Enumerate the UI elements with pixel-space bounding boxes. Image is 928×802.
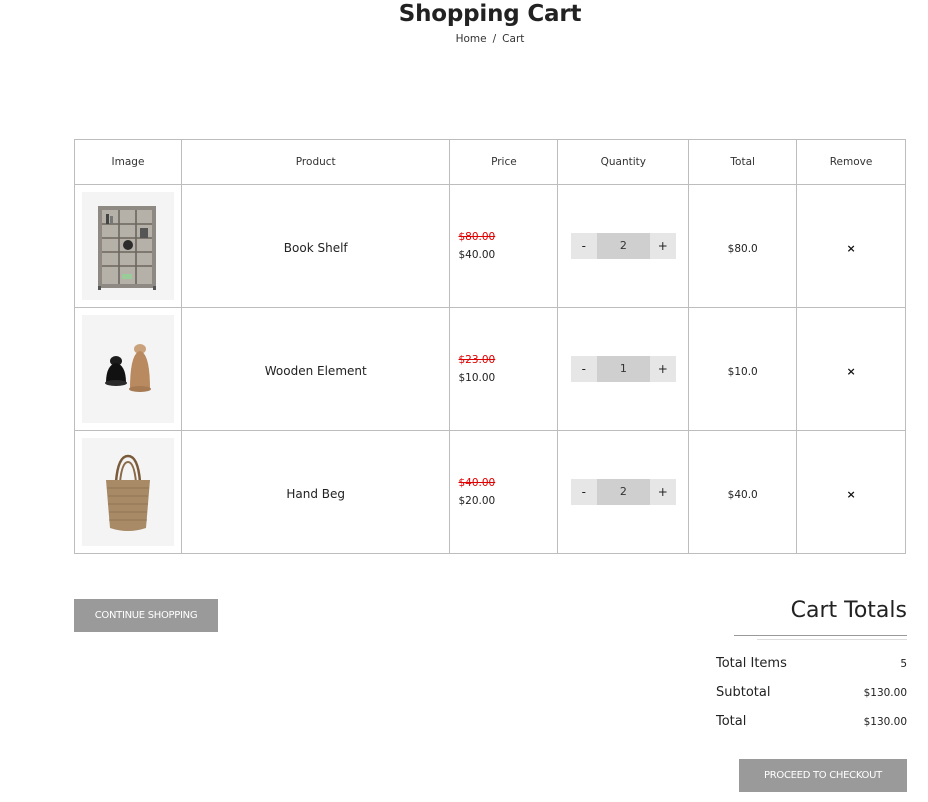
increase-quantity-button[interactable]: + [650,233,676,259]
original-price: $40.00 [458,477,496,489]
sale-price: $40.00 [458,249,496,261]
remove-item-icon[interactable]: × [846,242,855,255]
column-header-price: Price [449,139,559,185]
wooden-element-image[interactable] [81,315,174,423]
increase-quantity-button[interactable]: + [650,479,676,505]
quantity-stepper: - 1 + [570,356,676,382]
product-name[interactable]: Hand Beg [286,487,345,501]
breadcrumb-current: Cart [502,33,525,45]
cart-table: Image Product Price Quantity Total Remov… [74,139,906,554]
subtotal-value: $130.00 [863,687,907,699]
column-header-total: Total [688,139,798,185]
breadcrumb: Home / Cart [0,33,928,45]
total-items-label: Total Items [716,656,787,671]
total-items-value: 5 [900,658,907,670]
decrease-quantity-button[interactable]: - [571,479,597,505]
column-header-quantity: Quantity [557,139,690,185]
hand-bag-image[interactable] [81,438,174,546]
line-total: $40.0 [727,488,758,501]
decrease-quantity-button[interactable]: - [571,233,597,259]
original-price: $80.00 [458,231,496,243]
column-header-product: Product [180,139,451,185]
grand-total-value: $130.00 [863,716,907,728]
table-row: Wooden Element $23.00 $10.00 - 1 + $10.0… [74,307,906,431]
quantity-value[interactable]: 1 [596,356,650,382]
decrease-quantity-button[interactable]: - [571,356,597,382]
quantity-value[interactable]: 2 [596,233,650,259]
quantity-value[interactable]: 2 [596,479,650,505]
increase-quantity-button[interactable]: + [650,356,676,382]
bookshelf-image[interactable] [81,192,174,300]
column-header-image: Image [74,139,182,185]
sale-price: $20.00 [458,495,496,507]
sale-price: $10.00 [458,372,496,384]
original-price: $23.00 [458,354,496,366]
divider [734,635,907,636]
divider [757,639,907,640]
grand-total-label: Total [716,714,747,729]
table-row: Book Shelf $80.00 $40.00 - 2 + $80.0 × [74,184,906,308]
breadcrumb-separator: / [492,33,497,45]
proceed-to-checkout-button[interactable]: PROCEED TO CHECKOUT [739,759,907,792]
cart-totals-title: Cart Totals [790,598,907,623]
continue-shopping-button[interactable]: CONTINUE SHOPPING [74,599,218,632]
remove-item-icon[interactable]: × [846,365,855,378]
table-row: Hand Beg $40.00 $20.00 - 2 + $40.0 × [74,430,906,554]
subtotal-label: Subtotal [716,685,771,700]
quantity-stepper: - 2 + [570,233,676,259]
quantity-stepper: - 2 + [570,479,676,505]
page-title: Shopping Cart [398,1,582,27]
remove-item-icon[interactable]: × [846,488,855,501]
breadcrumb-home-link[interactable]: Home [456,33,487,45]
grand-total-row: Total $130.00 [716,714,907,729]
column-header-remove: Remove [796,139,906,185]
table-header-row: Image Product Price Quantity Total Remov… [74,139,906,185]
line-total: $80.0 [727,242,758,255]
product-name[interactable]: Wooden Element [265,364,367,378]
product-name[interactable]: Book Shelf [284,241,348,255]
subtotal-row: Subtotal $130.00 [716,685,907,700]
total-items-row: Total Items 5 [716,656,907,671]
line-total: $10.0 [727,365,758,378]
